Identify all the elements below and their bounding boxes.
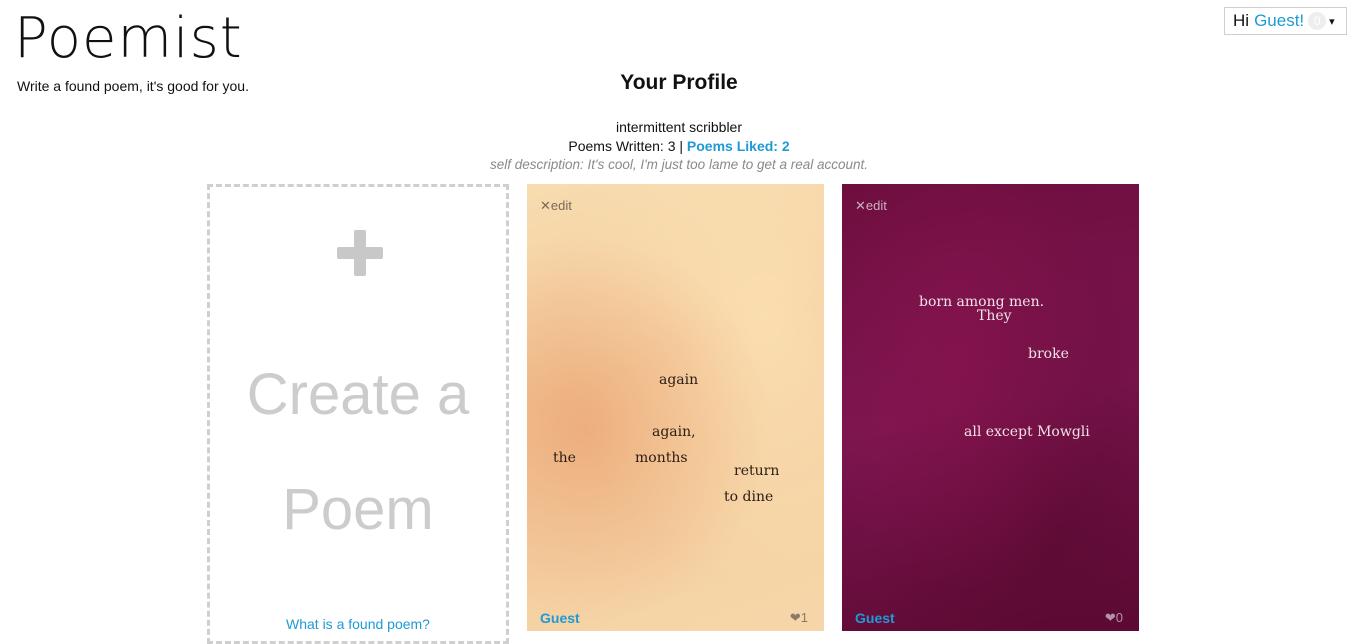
poem-word: again bbox=[659, 372, 699, 388]
page-title: Your Profile bbox=[620, 71, 738, 94]
user-menu[interactable]: Hi Guest! 0 ▾ bbox=[1224, 7, 1347, 35]
poem-author-link[interactable]: Guest bbox=[855, 610, 895, 626]
create-poem-card[interactable]: Create a Poem What is a found poem? bbox=[207, 184, 509, 644]
profile-name: intermittent scribbler bbox=[615, 119, 743, 135]
plus-icon[interactable] bbox=[337, 230, 383, 276]
poem-author-link[interactable]: Guest bbox=[540, 610, 580, 626]
poem-card[interactable]: ✕edit born among men. They broke all exc… bbox=[842, 184, 1139, 631]
poem-word: months bbox=[635, 450, 688, 466]
greeting-text: Hi bbox=[1233, 11, 1250, 30]
poem-word: return bbox=[734, 463, 780, 479]
heart-icon[interactable]: ❤0 bbox=[1105, 610, 1123, 626]
poems-liked-link[interactable]: Poems Liked: 2 bbox=[687, 138, 790, 154]
user-name: Guest! bbox=[1254, 11, 1305, 30]
poem-word: all except Mowgli bbox=[964, 424, 1090, 440]
profile-stats: Poems Written: 3 | Poems Liked: 2 bbox=[0, 138, 1358, 154]
poem-word: broke bbox=[1028, 346, 1069, 362]
notification-count-badge: 0 bbox=[1308, 12, 1327, 30]
poem-card[interactable]: ✕edit again again, the months return to … bbox=[527, 184, 824, 631]
poem-word: the bbox=[553, 450, 576, 466]
stats-separator: | bbox=[679, 138, 684, 154]
poem-word: They bbox=[977, 308, 1012, 324]
app-logo[interactable]: Poemist bbox=[14, 6, 243, 72]
create-poem-line1: Create a bbox=[246, 362, 470, 427]
poem-word: again, bbox=[652, 424, 696, 440]
create-poem-label[interactable]: Create a Poem bbox=[210, 337, 506, 567]
what-is-found-poem-link[interactable]: What is a found poem? bbox=[210, 616, 506, 632]
create-poem-line2: Poem bbox=[282, 477, 434, 542]
heart-icon[interactable]: ❤1 bbox=[790, 610, 808, 626]
poem-word: to dine bbox=[724, 489, 774, 505]
edit-poem-button[interactable]: ✕edit bbox=[540, 198, 572, 214]
self-description: self description: It's cool, I'm just to… bbox=[489, 157, 869, 172]
chevron-down-icon[interactable]: ▾ bbox=[1329, 15, 1335, 28]
poems-written-count: Poems Written: 3 bbox=[568, 138, 676, 154]
edit-poem-button[interactable]: ✕edit bbox=[855, 198, 887, 214]
